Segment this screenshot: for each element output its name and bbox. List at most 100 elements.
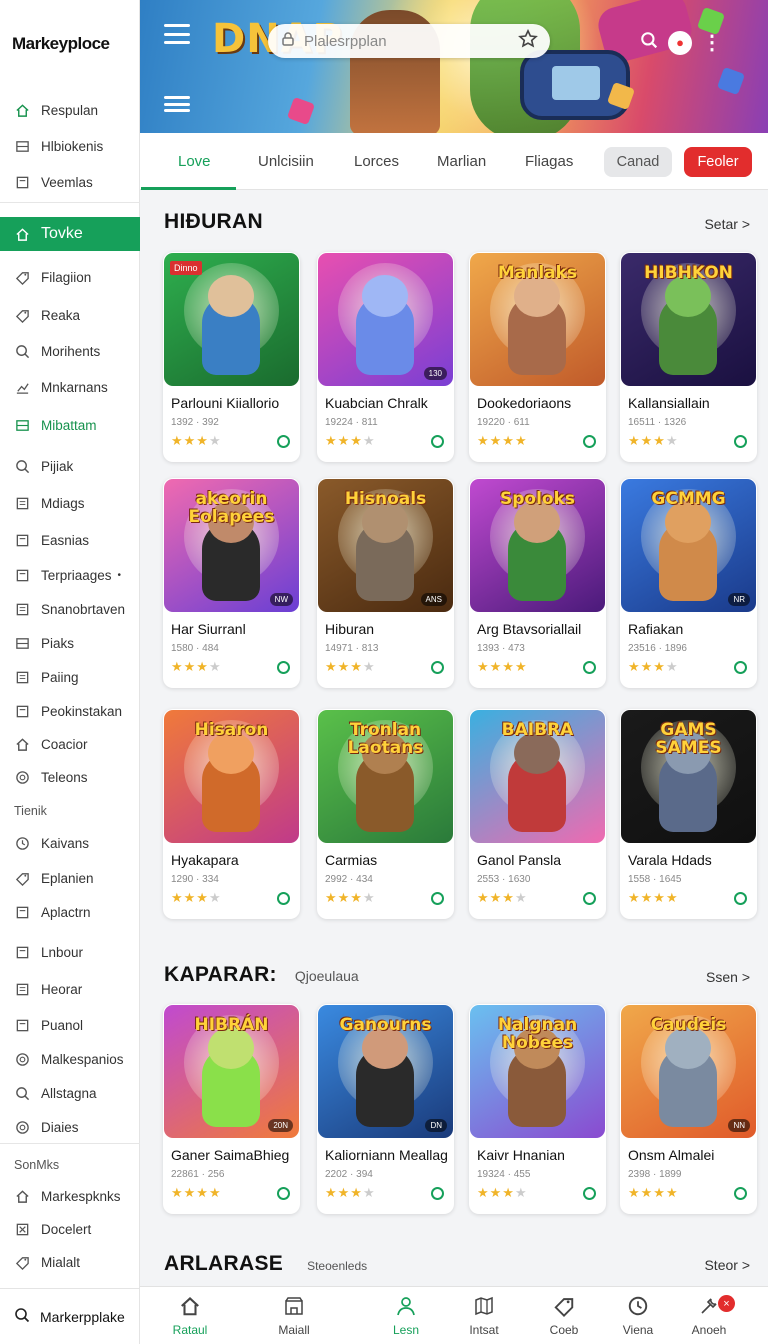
product-name[interactable]: Carmias bbox=[325, 852, 450, 868]
product-card[interactable]: Nalgnan Nobees Kaivr Hnanian 19324 · 455 ★★… bbox=[469, 1004, 606, 1214]
product-card[interactable]: Hisaron Hyakapara 1290 · 334 ★★★★ bbox=[163, 709, 300, 919]
close-badge-icon[interactable]: × bbox=[718, 1295, 735, 1312]
product-card[interactable]: Manlaks Dookedoriaons 19220 · 611 ★★★★ bbox=[469, 252, 606, 462]
product-thumbnail[interactable]: Ganourns DN bbox=[318, 1005, 453, 1138]
sidebar-item[interactable]: Morihents bbox=[0, 336, 140, 366]
product-card[interactable]: HIBHKON Kallansiallain 16511 · 1326 ★★★★ bbox=[620, 252, 757, 462]
see-all-link[interactable]: Steor > bbox=[704, 1257, 750, 1273]
sidebar-item[interactable]: Veemlas bbox=[0, 167, 140, 197]
sidebar-item[interactable]: Easnias bbox=[0, 525, 140, 555]
sidebar-item[interactable]: Aplactrn bbox=[0, 897, 140, 927]
product-thumbnail[interactable]: Manlaks bbox=[470, 253, 605, 386]
tab-4[interactable]: Fliagas bbox=[525, 133, 573, 190]
add-to-cart-icon[interactable] bbox=[431, 1187, 444, 1200]
tab-0[interactable]: Love bbox=[178, 133, 211, 190]
product-thumbnail[interactable]: HIBHKON bbox=[621, 253, 756, 386]
product-thumbnail[interactable]: Hisaron bbox=[164, 710, 299, 843]
sidebar-item[interactable]: Paiing bbox=[0, 662, 140, 692]
sidebar-item[interactable]: Filagiion bbox=[0, 262, 140, 292]
product-name[interactable]: Rafiakan bbox=[628, 621, 753, 637]
add-to-cart-icon[interactable] bbox=[277, 892, 290, 905]
sidebar-item[interactable]: Reaka bbox=[0, 300, 140, 330]
product-name[interactable]: Varala Hdads bbox=[628, 852, 753, 868]
product-card[interactable]: BAIBRA Ganol Pansla 2553 · 1630 ★★★★ bbox=[469, 709, 606, 919]
tab-3[interactable]: Marlian bbox=[437, 133, 486, 190]
sidebar-item[interactable]: Teleons bbox=[0, 762, 140, 792]
bottom-nav-item[interactable]: Lesn bbox=[366, 1287, 446, 1344]
cancel-button[interactable]: Canad bbox=[604, 147, 672, 177]
sidebar-item[interactable]: Peokinstakan bbox=[0, 696, 140, 726]
product-thumbnail[interactable]: BAIBRA bbox=[470, 710, 605, 843]
product-name[interactable]: Hyakapara bbox=[171, 852, 296, 868]
product-thumbnail[interactable]: GAMS SAMES bbox=[621, 710, 756, 843]
product-name[interactable]: Kaliorniann Meallag bbox=[325, 1147, 450, 1163]
search-bar[interactable]: Plalesrpplan bbox=[268, 24, 550, 58]
sidebar-item[interactable]: Puanol bbox=[0, 1010, 140, 1040]
see-all-link[interactable]: Setar > bbox=[704, 216, 750, 232]
product-name[interactable]: Kallansiallain bbox=[628, 395, 753, 411]
add-to-cart-icon[interactable] bbox=[734, 892, 747, 905]
sidebar-item[interactable]: Mnkarnans bbox=[0, 372, 140, 402]
bottom-nav-item[interactable]: Coeb bbox=[524, 1287, 604, 1344]
add-to-cart-icon[interactable] bbox=[734, 1187, 747, 1200]
add-to-cart-icon[interactable] bbox=[734, 435, 747, 448]
product-card[interactable]: 130 Kuabcian Chralk 19224 · 811 ★★★★ bbox=[317, 252, 454, 462]
bottom-nav-item[interactable]: Rataul bbox=[150, 1287, 230, 1344]
notification-icon[interactable]: ● bbox=[668, 30, 692, 55]
product-name[interactable]: Dookedoriaons bbox=[477, 395, 602, 411]
add-to-cart-icon[interactable] bbox=[431, 661, 444, 674]
app-logo[interactable]: Markeyploce bbox=[12, 34, 110, 54]
bottom-nav-item[interactable]: Intsat bbox=[444, 1287, 524, 1344]
product-card[interactable]: akeorin Eolapees NW Har Siurranl 1580 · 484… bbox=[163, 478, 300, 688]
add-to-cart-icon[interactable] bbox=[431, 892, 444, 905]
bottom-nav-item[interactable]: Viena bbox=[598, 1287, 678, 1344]
sidebar-item[interactable]: Tovke bbox=[0, 217, 140, 251]
add-to-cart-icon[interactable] bbox=[277, 661, 290, 674]
tab-2[interactable]: Lorces bbox=[354, 133, 399, 190]
product-thumbnail[interactable]: Spoloks bbox=[470, 479, 605, 612]
product-thumbnail[interactable]: Tronlan Laotans bbox=[318, 710, 453, 843]
sidebar-item[interactable]: Respulan bbox=[0, 95, 140, 125]
sidebar-item[interactable]: Pijiak bbox=[0, 451, 140, 481]
bottom-nav-item[interactable]: Anoeh × bbox=[669, 1287, 749, 1344]
sidebar-item[interactable]: Mdiags bbox=[0, 488, 140, 518]
product-name[interactable]: Kuabcian Chralk bbox=[325, 395, 450, 411]
add-to-cart-icon[interactable] bbox=[583, 892, 596, 905]
product-card[interactable]: Caudeis NN Onsm Almalei 2398 · 1899 ★★★★ bbox=[620, 1004, 757, 1214]
see-all-link[interactable]: Ssen > bbox=[706, 969, 750, 985]
product-thumbnail[interactable]: HIBRÁN 20N bbox=[164, 1005, 299, 1138]
product-thumbnail[interactable]: Hisnoals ANS bbox=[318, 479, 453, 612]
sidebar-item[interactable]: Piaks bbox=[0, 628, 140, 658]
product-thumbnail[interactable]: Nalgnan Nobees bbox=[470, 1005, 605, 1138]
sidebar-item[interactable]: Hlbiokenis bbox=[0, 131, 140, 161]
product-thumbnail[interactable]: 130 bbox=[318, 253, 453, 386]
product-name[interactable]: Parlouni Kiiallorio bbox=[171, 395, 296, 411]
product-card[interactable]: Ganourns DN Kaliorniann Meallag 2202 · 394 ★… bbox=[317, 1004, 454, 1214]
sidebar-item[interactable]: Coacior bbox=[0, 729, 140, 759]
sidebar-item[interactable]: Eplanien bbox=[0, 863, 140, 893]
product-card[interactable]: GAMS SAMES Varala Hdads 1558 · 1645 ★★★★ bbox=[620, 709, 757, 919]
product-thumbnail[interactable]: GCMMG NR bbox=[621, 479, 756, 612]
sidebar-item[interactable]: Terpriaages • bbox=[0, 560, 140, 590]
sidebar-item[interactable]: Snanobrtaven bbox=[0, 594, 140, 624]
product-card[interactable]: Hisnoals ANS Hiburan 14971 · 813 ★★★★ bbox=[317, 478, 454, 688]
sidebar-footer[interactable]: Markerpplake bbox=[0, 1288, 140, 1344]
add-to-cart-icon[interactable] bbox=[583, 1187, 596, 1200]
product-thumbnail[interactable]: Dinno bbox=[164, 253, 299, 386]
sidebar-item[interactable]: Diaies bbox=[0, 1112, 140, 1142]
add-to-cart-icon[interactable] bbox=[734, 661, 747, 674]
add-to-cart-icon[interactable] bbox=[583, 435, 596, 448]
product-card[interactable]: Dinno Parlouni Kiiallorio 1392 · 392 ★★★★ bbox=[163, 252, 300, 462]
sidebar-item[interactable]: Malkespanios bbox=[0, 1044, 140, 1074]
sidebar-item[interactable]: Mialalt bbox=[0, 1247, 140, 1277]
product-name[interactable]: Hiburan bbox=[325, 621, 450, 637]
product-thumbnail[interactable]: akeorin Eolapees NW bbox=[164, 479, 299, 612]
add-to-cart-icon[interactable] bbox=[583, 661, 596, 674]
product-name[interactable]: Har Siurranl bbox=[171, 621, 296, 637]
sidebar-item[interactable]: Mibattam bbox=[0, 410, 140, 440]
sidebar-item[interactable]: Kaivans bbox=[0, 828, 140, 858]
product-card[interactable]: HIBRÁN 20N Ganer SaimaBhieg 22861 · 256 ★★★★ bbox=[163, 1004, 300, 1214]
feature-button[interactable]: Feoler bbox=[684, 147, 752, 177]
product-card[interactable]: GCMMG NR Rafiakan 23516 · 1896 ★★★★ bbox=[620, 478, 757, 688]
sidebar-item[interactable]: Allstagna bbox=[0, 1078, 140, 1108]
